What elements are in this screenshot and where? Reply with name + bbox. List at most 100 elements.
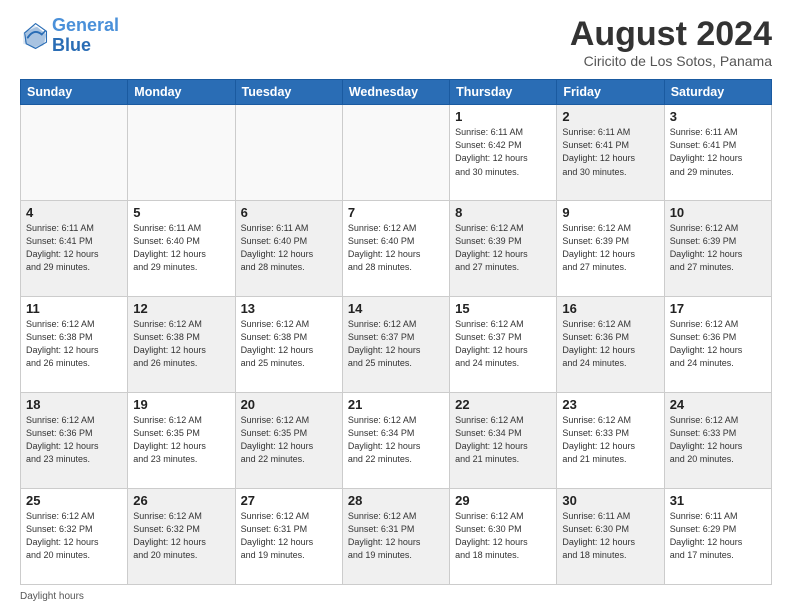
calendar-cell: 17Sunrise: 6:12 AM Sunset: 6:36 PM Dayli…: [664, 297, 771, 393]
calendar-cell: 10Sunrise: 6:12 AM Sunset: 6:39 PM Dayli…: [664, 201, 771, 297]
day-info: Sunrise: 6:11 AM Sunset: 6:40 PM Dayligh…: [241, 222, 337, 274]
calendar-cell: 30 Sunrise: 6:11 AM Sunset: 6:30 PM Dayli…: [557, 489, 664, 585]
day-info: Sunrise: 6:12 AM Sunset: 6:35 PM Dayligh…: [241, 414, 337, 466]
day-info: Sunrise: 6:11 AM Sunset: 6:41 PM Dayligh…: [562, 126, 658, 178]
day-number: 8: [455, 205, 551, 220]
calendar-cell: 11 Sunrise: 6:12 AM Sunset: 6:38 PM Dayli…: [21, 297, 128, 393]
calendar-cell: 18 Sunrise: 6:12 AM Sunset: 6:36 PM Dayli…: [21, 393, 128, 489]
calendar-cell: 20 Sunrise: 6:12 AM Sunset: 6:35 PM Dayli…: [235, 393, 342, 489]
calendar-cell: [21, 105, 128, 201]
day-number: 22: [455, 397, 551, 412]
day-info: Sunrise: 6:12 AM Sunset: 6:39 PM Dayligh…: [455, 222, 551, 274]
day-number: 15: [455, 301, 551, 316]
logo-blue: Blue: [52, 35, 91, 55]
day-info: Sunrise: 6:12 AM Sunset: 6:36 PM Dayligh…: [562, 318, 658, 370]
day-info: Sunrise: 6:12 AM Sunset: 6:30 PM Dayligh…: [455, 510, 551, 562]
day-info: Sunrise: 6:11 AM Sunset: 6:42 PM Dayligh…: [455, 126, 551, 178]
day-info: Sunrise: 6:11 AM Sunset: 6:30 PM Dayligh…: [562, 510, 658, 562]
calendar-cell: 22 Sunrise: 6:12 AM Sunset: 6:34 PM Dayli…: [450, 393, 557, 489]
calendar-cell: 1 Sunrise: 6:11 AM Sunset: 6:42 PM Daylig…: [450, 105, 557, 201]
day-number: 7: [348, 205, 444, 220]
day-info: Sunrise: 6:12 AM Sunset: 6:38 PM Dayligh…: [26, 318, 122, 370]
col-wednesday: Wednesday: [342, 80, 449, 105]
day-number: 12: [133, 301, 229, 316]
page: General Blue August 2024 Ciricito de Los…: [0, 0, 792, 612]
calendar-cell: 14 Sunrise: 6:12 AM Sunset: 6:37 PM Dayli…: [342, 297, 449, 393]
day-info: Sunrise: 6:12 AM Sunset: 6:37 PM Dayligh…: [455, 318, 551, 370]
calendar-cell: 29 Sunrise: 6:12 AM Sunset: 6:30 PM Dayli…: [450, 489, 557, 585]
day-number: 11: [26, 301, 122, 316]
day-info: Sunrise: 6:12 AM Sunset: 6:32 PM Dayligh…: [26, 510, 122, 562]
calendar-cell: [342, 105, 449, 201]
day-info: Sunrise: 6:12 AM Sunset: 6:33 PM Dayligh…: [562, 414, 658, 466]
daylight-label: Daylight hours: [20, 591, 84, 602]
calendar-cell: 16 Sunrise: 6:12 AM Sunset: 6:36 PM Dayli…: [557, 297, 664, 393]
day-number: 6: [241, 205, 337, 220]
calendar-cell: 4 Sunrise: 6:11 AM Sunset: 6:41 PM Daylig…: [21, 201, 128, 297]
calendar-week-3: 11 Sunrise: 6:12 AM Sunset: 6:38 PM Dayli…: [21, 297, 772, 393]
day-number: 26: [133, 493, 229, 508]
col-tuesday: Tuesday: [235, 80, 342, 105]
calendar-cell: 26Sunrise: 6:12 AM Sunset: 6:32 PM Dayli…: [128, 489, 235, 585]
calendar-cell: 3 Sunrise: 6:11 AM Sunset: 6:41 PM Daylig…: [664, 105, 771, 201]
day-number: 29: [455, 493, 551, 508]
day-number: 20: [241, 397, 337, 412]
day-info: Sunrise: 6:12 AM Sunset: 6:38 PM Dayligh…: [241, 318, 337, 370]
day-number: 30: [562, 493, 658, 508]
day-info: Sunrise: 6:12 AM Sunset: 6:36 PM Dayligh…: [26, 414, 122, 466]
calendar-table: Sunday Monday Tuesday Wednesday Thursday…: [20, 79, 772, 585]
day-info: Sunrise: 6:11 AM Sunset: 6:29 PM Dayligh…: [670, 510, 766, 562]
day-number: 4: [26, 205, 122, 220]
day-number: 28: [348, 493, 444, 508]
day-info: Sunrise: 6:12 AM Sunset: 6:35 PM Dayligh…: [133, 414, 229, 466]
day-number: 24: [670, 397, 766, 412]
day-number: 1: [455, 109, 551, 124]
day-number: 23: [562, 397, 658, 412]
day-info: Sunrise: 6:11 AM Sunset: 6:41 PM Dayligh…: [26, 222, 122, 274]
calendar-cell: [128, 105, 235, 201]
day-number: 16: [562, 301, 658, 316]
day-number: 5: [133, 205, 229, 220]
col-friday: Friday: [557, 80, 664, 105]
day-number: 13: [241, 301, 337, 316]
day-number: 21: [348, 397, 444, 412]
calendar-week-5: 25Sunrise: 6:12 AM Sunset: 6:32 PM Dayli…: [21, 489, 772, 585]
calendar-week-4: 18 Sunrise: 6:12 AM Sunset: 6:36 PM Dayli…: [21, 393, 772, 489]
day-info: Sunrise: 6:12 AM Sunset: 6:34 PM Dayligh…: [455, 414, 551, 466]
calendar-cell: 31Sunrise: 6:11 AM Sunset: 6:29 PM Dayli…: [664, 489, 771, 585]
footer: Daylight hours: [20, 591, 772, 602]
col-sunday: Sunday: [21, 80, 128, 105]
day-info: Sunrise: 6:12 AM Sunset: 6:39 PM Dayligh…: [562, 222, 658, 274]
title-block: August 2024 Ciricito de Los Sotos, Panam…: [570, 16, 772, 69]
day-number: 18: [26, 397, 122, 412]
sub-title: Ciricito de Los Sotos, Panama: [570, 53, 772, 69]
logo: General Blue: [20, 16, 119, 56]
main-title: August 2024: [570, 16, 772, 53]
calendar-cell: 7 Sunrise: 6:12 AM Sunset: 6:40 PM Daylig…: [342, 201, 449, 297]
day-info: Sunrise: 6:12 AM Sunset: 6:40 PM Dayligh…: [348, 222, 444, 274]
col-thursday: Thursday: [450, 80, 557, 105]
day-info: Sunrise: 6:11 AM Sunset: 6:40 PM Dayligh…: [133, 222, 229, 274]
day-number: 17: [670, 301, 766, 316]
calendar-cell: 5 Sunrise: 6:11 AM Sunset: 6:40 PM Daylig…: [128, 201, 235, 297]
day-info: Sunrise: 6:12 AM Sunset: 6:31 PM Dayligh…: [241, 510, 337, 562]
day-number: 14: [348, 301, 444, 316]
logo-icon: [20, 22, 48, 50]
calendar-week-1: 1 Sunrise: 6:11 AM Sunset: 6:42 PM Daylig…: [21, 105, 772, 201]
day-info: Sunrise: 6:12 AM Sunset: 6:37 PM Dayligh…: [348, 318, 444, 370]
col-monday: Monday: [128, 80, 235, 105]
day-info: Sunrise: 6:12 AM Sunset: 6:34 PM Dayligh…: [348, 414, 444, 466]
calendar-cell: 13 Sunrise: 6:12 AM Sunset: 6:38 PM Dayli…: [235, 297, 342, 393]
day-info: Sunrise: 6:12 AM Sunset: 6:31 PM Dayligh…: [348, 510, 444, 562]
calendar-cell: 6 Sunrise: 6:11 AM Sunset: 6:40 PM Daylig…: [235, 201, 342, 297]
calendar-week-2: 4 Sunrise: 6:11 AM Sunset: 6:41 PM Daylig…: [21, 201, 772, 297]
calendar-cell: 9Sunrise: 6:12 AM Sunset: 6:39 PM Daylig…: [557, 201, 664, 297]
day-info: Sunrise: 6:11 AM Sunset: 6:41 PM Dayligh…: [670, 126, 766, 178]
calendar-cell: 15 Sunrise: 6:12 AM Sunset: 6:37 PM Dayli…: [450, 297, 557, 393]
day-info: Sunrise: 6:12 AM Sunset: 6:38 PM Dayligh…: [133, 318, 229, 370]
day-number: 27: [241, 493, 337, 508]
calendar-cell: 28 Sunrise: 6:12 AM Sunset: 6:31 PM Dayli…: [342, 489, 449, 585]
calendar-cell: 23 Sunrise: 6:12 AM Sunset: 6:33 PM Dayli…: [557, 393, 664, 489]
day-number: 10: [670, 205, 766, 220]
day-number: 3: [670, 109, 766, 124]
